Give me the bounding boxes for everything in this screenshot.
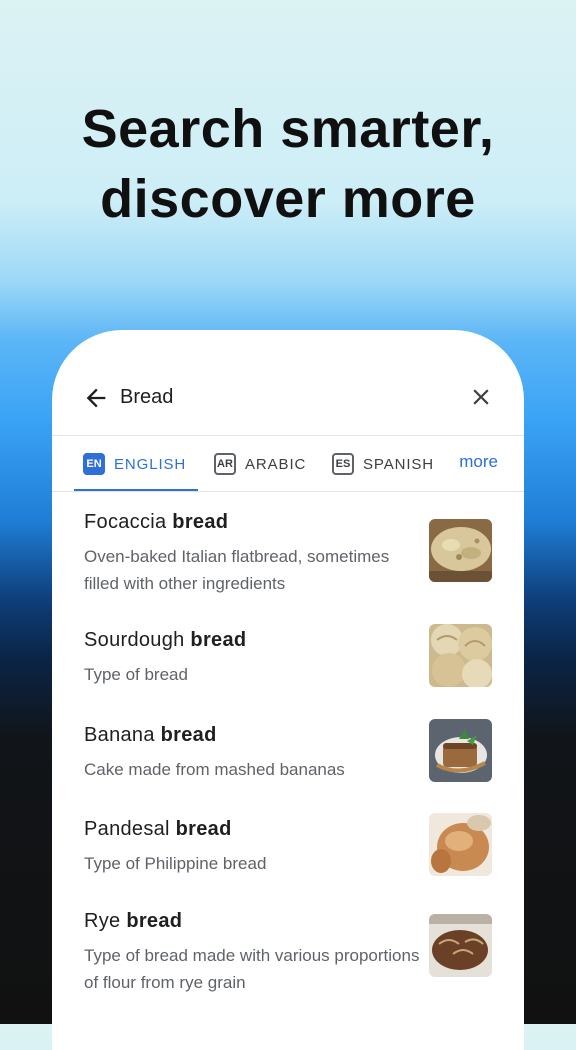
search-query[interactable]: Bread — [120, 386, 173, 409]
language-tabs: EN ENGLISH AR ARABIC ES SPANISH more — [52, 436, 524, 492]
language-code-badge: ES — [332, 453, 354, 475]
tab-label: SPANISH — [363, 455, 435, 473]
tab-label: ENGLISH — [114, 455, 187, 473]
language-code-badge: EN — [83, 453, 105, 475]
result-description: Type of bread — [84, 665, 188, 684]
result-pandesal[interactable]: Pandesal bread Type of Philippine bread — [52, 813, 524, 912]
headline: Search smarter, discover more — [0, 94, 576, 234]
result-focaccia[interactable]: Focaccia bread Oven-baked Italian flatbr… — [52, 511, 524, 601]
result-description: Oven-baked Italian flatbread, sometimes … — [84, 547, 390, 593]
search-bar: Bread — [52, 370, 524, 426]
tab-spanish[interactable]: ES SPANISH — [332, 436, 434, 492]
result-title: Rye bread — [84, 910, 183, 932]
headline-line-1: Search smarter, — [81, 99, 495, 159]
divider — [52, 491, 524, 492]
tab-label: ARABIC — [245, 455, 307, 473]
result-title: Banana bread — [84, 724, 217, 746]
arrow-back-icon — [86, 388, 106, 408]
sourdough-image — [429, 624, 492, 687]
rye-bread-image — [429, 914, 492, 977]
result-description: Type of bread made with various proporti… — [84, 946, 420, 992]
close-icon — [473, 389, 489, 405]
result-title: Pandesal bread — [84, 818, 232, 840]
more-languages-link[interactable]: more — [459, 452, 498, 472]
back-button[interactable] — [82, 384, 110, 412]
result-sourdough[interactable]: Sourdough bread Type of bread — [52, 624, 524, 723]
result-description: Type of Philippine bread — [84, 854, 267, 873]
result-description: Cake made from mashed bananas — [84, 760, 345, 779]
tab-arabic[interactable]: AR ARABIC — [214, 436, 306, 492]
result-title: Focaccia bread — [84, 511, 229, 533]
pandesal-image — [429, 813, 492, 876]
phone-screen: Bread EN ENGLISH AR ARABIC ES SPANISH mo… — [52, 330, 524, 1050]
result-title: Sourdough bread — [84, 629, 247, 651]
headline-line-2: discover more — [100, 169, 476, 229]
result-banana-bread[interactable]: Banana bread Cake made from mashed banan… — [52, 719, 524, 818]
clear-search-button[interactable] — [468, 384, 494, 410]
tab-english[interactable]: EN ENGLISH — [83, 436, 186, 492]
language-code-badge: AR — [214, 453, 236, 475]
result-rye-bread[interactable]: Rye bread Type of bread made with variou… — [52, 910, 524, 1004]
banana-bread-image — [429, 719, 492, 782]
focaccia-image — [429, 519, 492, 582]
